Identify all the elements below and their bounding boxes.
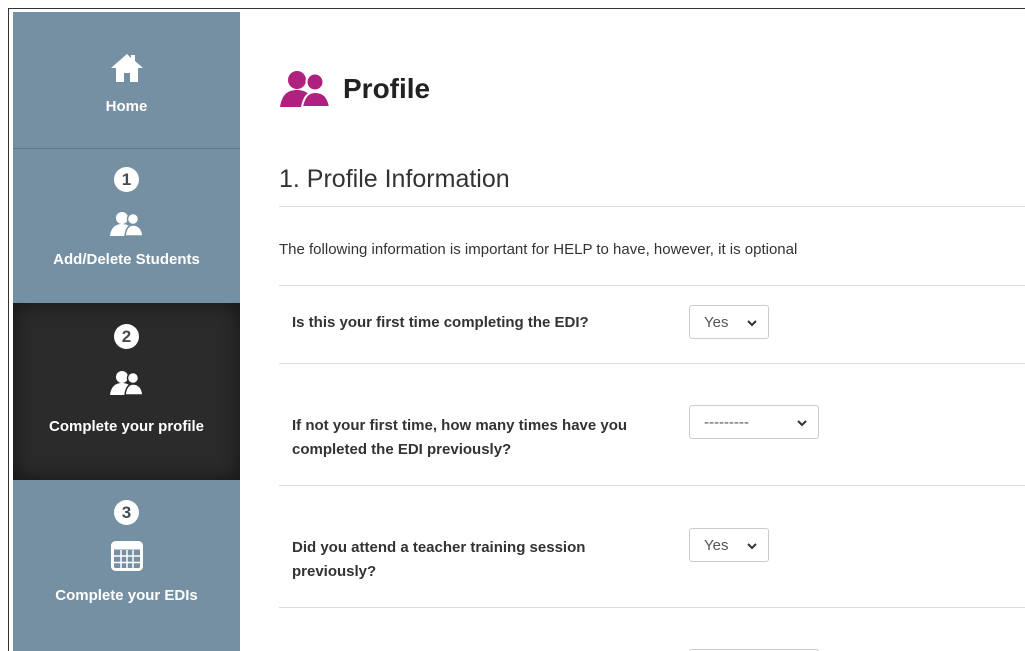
- chevron-down-icon: [746, 316, 758, 333]
- times-completed-select[interactable]: ---------: [689, 405, 819, 439]
- app-frame: Home 1 Add/Delete Students 2 Complete yo…: [8, 8, 1025, 651]
- sidebar-item-complete-profile[interactable]: 2 Complete your profile: [13, 303, 240, 480]
- sidebar-item-complete-edis[interactable]: 3 Complete your EDIs: [13, 480, 240, 651]
- teacher-training-select[interactable]: Yes: [689, 528, 769, 562]
- question-label: Is this your first time completing the E…: [292, 314, 589, 331]
- page-title: Profile: [343, 73, 431, 104]
- step-number-badge: 2: [114, 324, 139, 349]
- step-number-badge: 3: [114, 500, 139, 525]
- select-value: ---------: [704, 413, 749, 431]
- intro-text: The following information is important f…: [279, 241, 798, 258]
- step-number-badge: 1: [114, 167, 139, 192]
- question-row: [279, 607, 1025, 651]
- select-value: Yes: [704, 536, 729, 554]
- question-label: If not your first time, how many times h…: [292, 417, 628, 458]
- sidebar-item-add-delete-students[interactable]: 1 Add/Delete Students: [13, 149, 240, 303]
- sidebar-item-label: Add/Delete Students: [53, 251, 200, 268]
- home-icon: [109, 52, 145, 84]
- users-icon: [109, 370, 145, 396]
- question-label: Did you attend a teacher training sessio…: [292, 539, 586, 580]
- users-icon: [109, 211, 145, 237]
- section-divider: [279, 206, 1025, 207]
- sidebar: Home 1 Add/Delete Students 2 Complete yo…: [13, 12, 240, 651]
- question-row: If not your first time, how many times h…: [279, 363, 1025, 486]
- first-time-select[interactable]: Yes: [689, 305, 769, 339]
- chevron-down-icon: [796, 416, 808, 433]
- select-value: Yes: [704, 313, 729, 331]
- sidebar-item-home[interactable]: Home: [13, 12, 240, 149]
- sidebar-item-label: Complete your EDIs: [55, 587, 198, 604]
- sidebar-item-label: Complete your profile: [48, 418, 205, 435]
- question-row: Is this your first time completing the E…: [279, 285, 1025, 364]
- sidebar-item-label: Home: [105, 98, 148, 115]
- section-title: 1. Profile Information: [279, 165, 510, 193]
- question-row: Did you attend a teacher training sessio…: [279, 485, 1025, 608]
- chevron-down-icon: [746, 539, 758, 556]
- page-header: Profile: [279, 69, 430, 109]
- users-icon: [279, 69, 335, 109]
- main-content: Profile 1. Profile Information The follo…: [279, 9, 1025, 651]
- table-icon: [110, 541, 143, 571]
